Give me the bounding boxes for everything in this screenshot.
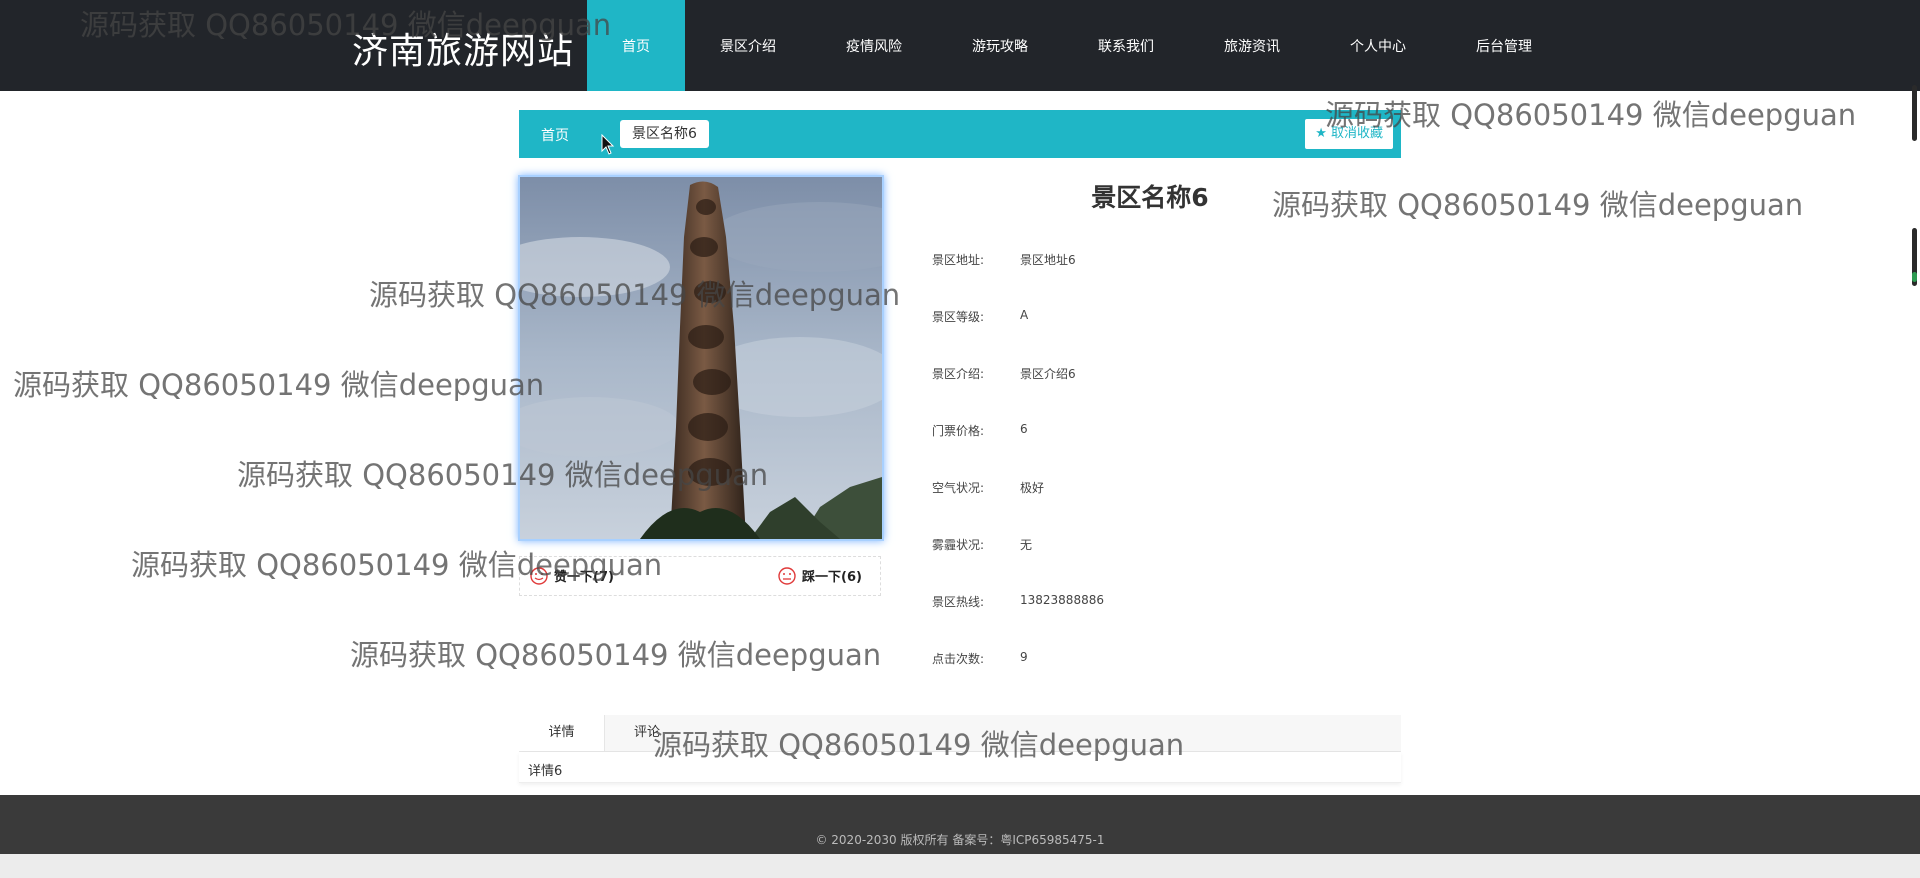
details-text: 详情6 (528, 764, 563, 779)
totem-pole-image (520, 177, 882, 539)
info-label: 雾霾状况: (932, 538, 985, 552)
scenic-photo (518, 175, 884, 541)
info-value: 景区地址6 (1020, 253, 1076, 267)
scenic-title: 景区名称6 (1091, 183, 1209, 212)
breadcrumb: 首页 景区名称6 ★ 取消收藏 (519, 110, 1401, 158)
watermark: 源码获取 QQ86050149 微信deepguan (350, 638, 882, 672)
tab-details[interactable]: 详情 (519, 715, 605, 751)
mouse-cursor-icon (601, 134, 615, 155)
unfavorite-label: 取消收藏 (1330, 126, 1383, 141)
info-label: 景区等级: (932, 310, 985, 324)
footer-strip (0, 854, 1920, 878)
watermark: 源码获取 QQ86050149 微信deepguan (1272, 188, 1804, 222)
info-label: 点击次数: (932, 652, 985, 666)
breadcrumb-home-link[interactable]: 首页 (541, 125, 569, 145)
main-nav: 首页 景区介绍 疫情风险 游玩攻略 联系我们 旅游资讯 个人中心 后台管理 (587, 0, 1567, 91)
nav-item-news[interactable]: 旅游资讯 (1189, 0, 1315, 91)
vote-box: 赞一下(7) 踩一下(6) (519, 556, 881, 596)
scrollbar-thumb[interactable] (1912, 85, 1917, 141)
info-label: 景区热线: (932, 595, 985, 609)
info-value: 景区介绍6 (1020, 367, 1076, 381)
top-navbar: 济南旅游网站 首页 景区介绍 疫情风险 游玩攻略 联系我们 旅游资讯 个人中心 … (0, 0, 1920, 91)
info-value: 无 (1020, 538, 1033, 552)
detail-tabs: 详情 评论 (519, 715, 1401, 752)
info-value: 13823888886 (1020, 593, 1104, 607)
breadcrumb-current: 景区名称6 (620, 120, 709, 148)
info-value: A (1020, 308, 1029, 322)
dislike-button[interactable]: 踩一下(6) (778, 566, 862, 585)
info-label: 景区地址: (932, 253, 985, 267)
info-value: 9 (1020, 650, 1028, 664)
nav-item-home[interactable]: 首页 (587, 0, 685, 91)
info-value: 6 (1020, 422, 1028, 436)
site-logo[interactable]: 济南旅游网站 (352, 22, 574, 74)
copyright-text: © 2020-2030 版权所有 备案号：粤ICP65985475-1 (815, 833, 1105, 847)
tab-comments[interactable]: 评论 (634, 715, 660, 751)
star-icon: ★ (1315, 126, 1327, 141)
like-button[interactable]: 赞一下(7) (530, 566, 614, 585)
tab-content: 详情6 (519, 752, 1401, 783)
smile-icon (530, 566, 548, 585)
info-label: 门票价格: (932, 424, 985, 438)
info-label: 景区介绍: (932, 367, 985, 381)
info-label: 空气状况: (932, 481, 985, 495)
info-value: 极好 (1020, 481, 1045, 495)
like-label: 赞一下(7) (554, 570, 614, 585)
dislike-label: 踩一下(6) (802, 570, 862, 585)
watermark: 源码获取 QQ86050149 微信deepguan (13, 368, 545, 402)
nav-item-contact[interactable]: 联系我们 (1063, 0, 1189, 91)
nav-item-epidemic-risk[interactable]: 疫情风险 (811, 0, 937, 91)
nav-item-admin[interactable]: 后台管理 (1441, 0, 1567, 91)
sad-icon (778, 566, 796, 585)
unfavorite-button[interactable]: ★ 取消收藏 (1305, 119, 1393, 149)
nav-item-user-center[interactable]: 个人中心 (1315, 0, 1441, 91)
nav-item-travel-guide[interactable]: 游玩攻略 (937, 0, 1063, 91)
scrollbar-thumb-secondary[interactable] (1912, 228, 1917, 286)
watermark: 源码获取 QQ86050149 微信deepguan (1325, 98, 1857, 132)
nav-item-scenic-intro[interactable]: 景区介绍 (685, 0, 811, 91)
